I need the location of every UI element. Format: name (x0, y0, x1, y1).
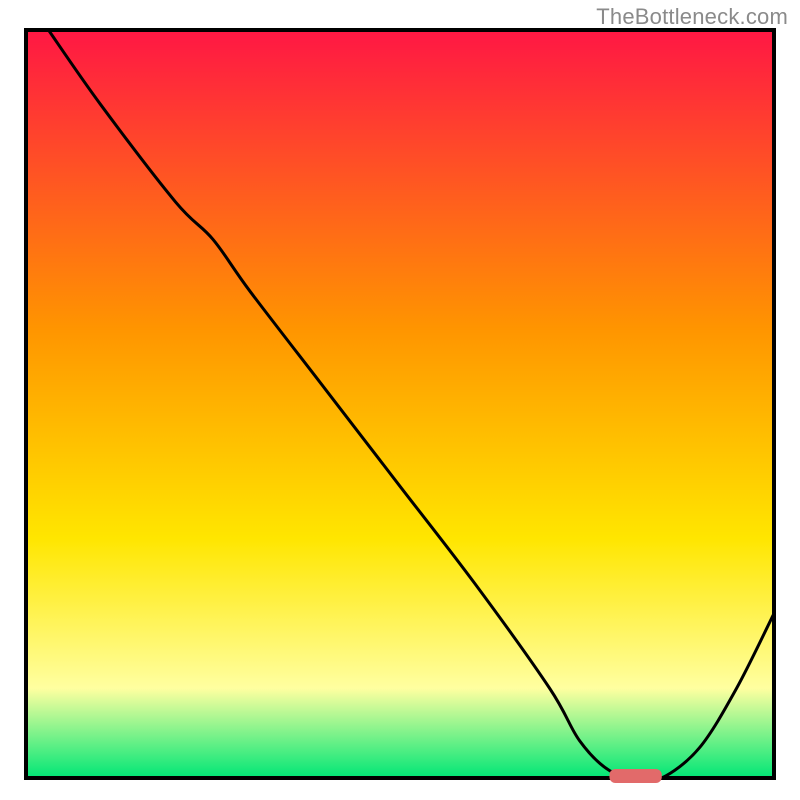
watermark-text: TheBottleneck.com (596, 4, 788, 30)
bottleneck-chart (0, 0, 800, 800)
marker-pill (609, 769, 661, 783)
plot-background (26, 30, 774, 778)
chart-container: TheBottleneck.com (0, 0, 800, 800)
